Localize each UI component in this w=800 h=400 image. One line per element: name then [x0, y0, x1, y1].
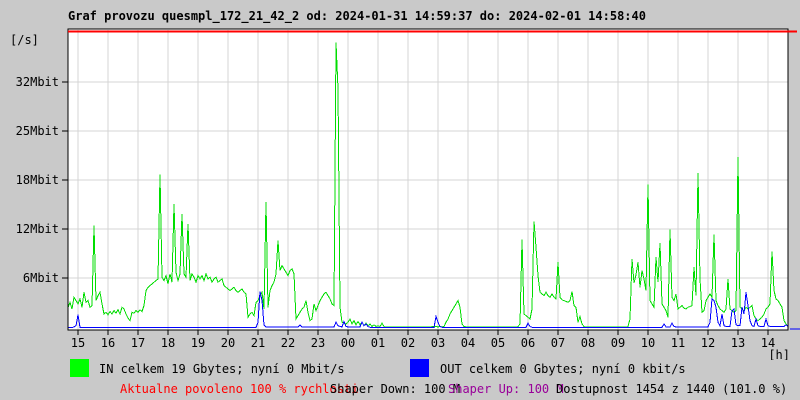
x-tick-label: 08 — [581, 336, 595, 350]
out-legend-label: OUT celkem 0 Gbytes; nyní 0 kbit/s — [440, 362, 686, 376]
x-tick-label: 23 — [311, 336, 325, 350]
traffic-chart: 32Mbit 25Mbit 18Mbit 12Mbit 6Mbit [/s] 15 16 17 1… — [10, 28, 800, 360]
x-tick-label: 15 — [71, 336, 85, 350]
y-tick-label: 18Mbit — [16, 173, 59, 187]
x-tick-label: 16 — [101, 336, 115, 350]
status-allowed-speed: Aktualne povoleno 100 % rychlosti — [120, 382, 359, 396]
x-tick-label: 00 — [341, 336, 355, 350]
x-tick-label: 22 — [281, 336, 295, 350]
y-axis-unit-label: [/s] — [10, 33, 39, 47]
y-tick-label: 32Mbit — [16, 75, 59, 89]
traffic-graph-window: { "header": { "title": "Graf provozu que… — [0, 0, 800, 400]
x-tick-label: 18 — [161, 336, 175, 350]
in-legend-label: IN celkem 19 Gbytes; nyní 0 Mbit/s — [99, 362, 345, 376]
x-tick-label: 03 — [431, 336, 445, 350]
out-legend-swatch — [410, 359, 429, 377]
y-tick-label: 12Mbit — [16, 222, 59, 236]
x-tick-label: 13 — [731, 336, 745, 350]
status-shaper-down: Shaper Down: 100 M — [330, 382, 461, 396]
x-tick-label: 01 — [371, 336, 385, 350]
x-tick-label: 09 — [611, 336, 625, 350]
x-tick-label: 10 — [641, 336, 655, 350]
x-tick-label: 12 — [701, 336, 715, 350]
x-tick-label: 17 — [131, 336, 145, 350]
in-legend-swatch — [70, 359, 89, 377]
status-availability: Dostupnost 1454 z 1440 (101.0 %) — [556, 382, 788, 396]
x-tick-label: 19 — [191, 336, 205, 350]
x-tick-label: 11 — [671, 336, 685, 350]
x-tick-label: 07 — [551, 336, 565, 350]
x-tick-label: 05 — [491, 336, 505, 350]
x-tick-label: 02 — [401, 336, 415, 350]
x-tick-label: 21 — [251, 336, 265, 350]
y-tick-label: 25Mbit — [16, 124, 59, 138]
x-tick-label: 20 — [221, 336, 235, 350]
x-axis-unit-label: [h] — [768, 348, 790, 360]
y-tick-label: 6Mbit — [23, 271, 59, 285]
status-shaper-up: Shaper Up: 100 M — [448, 382, 564, 396]
x-tick-label: 04 — [461, 336, 475, 350]
x-tick-label: 06 — [521, 336, 535, 350]
